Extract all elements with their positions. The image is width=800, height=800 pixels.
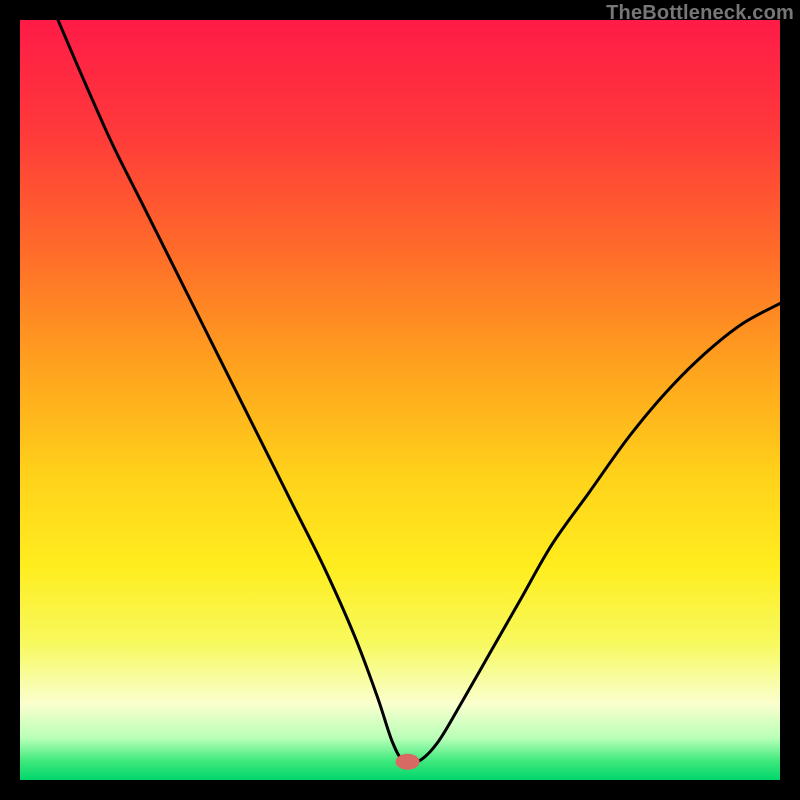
plot-background — [20, 20, 780, 780]
watermark-label: TheBottleneck.com — [606, 2, 794, 25]
plot-outer — [20, 20, 780, 780]
plot-svg — [20, 20, 780, 780]
chart-frame: TheBottleneck.com — [0, 0, 800, 800]
optimum-marker — [396, 754, 420, 770]
